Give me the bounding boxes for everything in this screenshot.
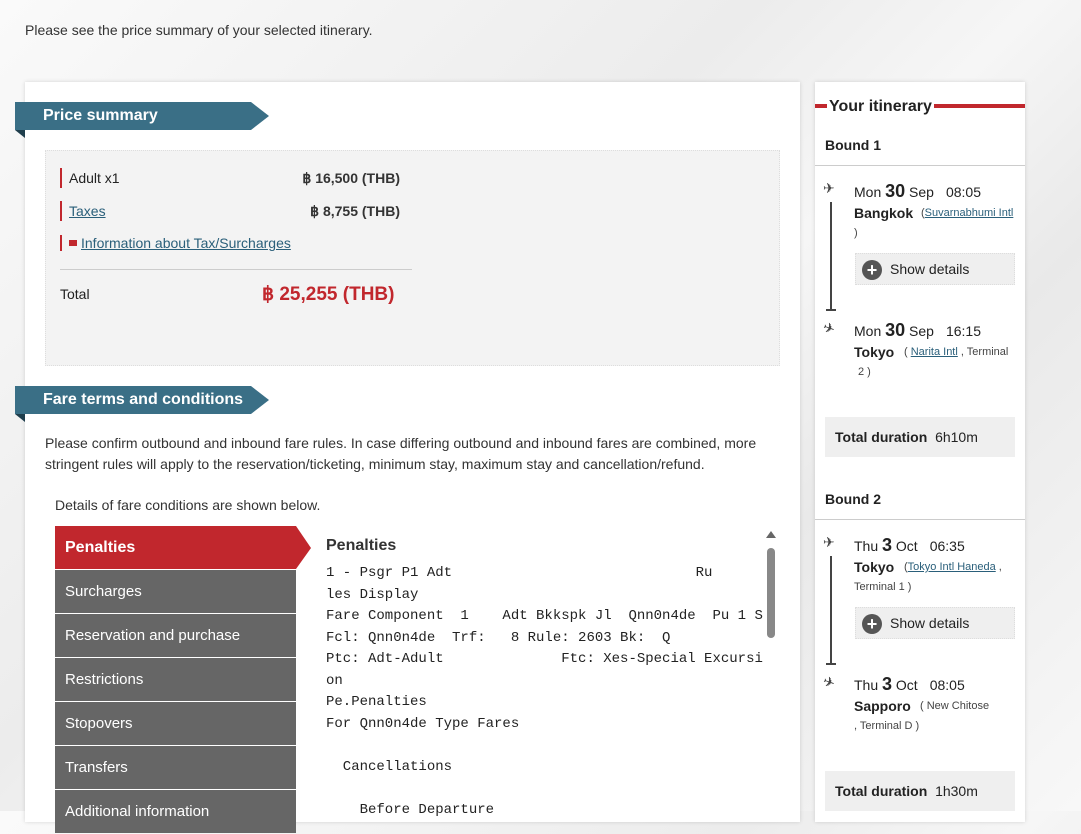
tab-additional-information[interactable]: Additional information xyxy=(55,790,296,833)
tab-reservation-purchase[interactable]: Reservation and purchase xyxy=(55,614,296,657)
bound-2-show-details-button[interactable]: + Show details xyxy=(855,607,1015,639)
fare-conditions-menu: Penalties Surcharges Reservation and pur… xyxy=(55,526,311,834)
fare-terms-description: Please confirm outbound and inbound fare… xyxy=(45,435,757,472)
bound-2-arrival-terminal: , Terminal D ) xyxy=(854,720,920,732)
taxes-link[interactable]: Taxes xyxy=(69,203,106,219)
bound-1-arrival-city: Tokyo xyxy=(854,344,895,360)
bound-2-total-duration: Total duration 1h30m xyxy=(825,771,1015,811)
itinerary-title-text: Your itinerary xyxy=(827,98,934,116)
total-label: Total xyxy=(60,286,90,302)
bound-2-departure-city: Tokyo xyxy=(854,559,895,575)
tax-info-link-wrap: Information about Tax/Surcharges xyxy=(60,235,291,251)
plus-icon: + xyxy=(862,260,882,280)
total-amount: ฿ 25,255 (THB) xyxy=(262,284,395,305)
departure-plane-icon: ✈ xyxy=(823,180,835,196)
timeline-line xyxy=(826,202,836,311)
bound-1-label: Bound 1 xyxy=(825,137,881,153)
tab-transfers[interactable]: Transfers xyxy=(55,746,296,789)
bound-2-separator xyxy=(815,519,1025,520)
fare-content-title: Penalties xyxy=(326,537,397,554)
bound-1-departure-airport: (Suvarnabhumi Intl xyxy=(921,207,1014,219)
bound-1-show-details-button[interactable]: + Show details xyxy=(855,253,1015,285)
airport-link[interactable]: Tokyo Intl Haneda xyxy=(908,561,996,573)
adult-row: Adult x1 ฿ 16,500 (THB) xyxy=(60,168,400,188)
departure-plane-icon: ✈ xyxy=(823,534,835,550)
fare-detail-note: Details of fare conditions are shown bel… xyxy=(55,497,321,513)
bound-2-arrival-city: Sapporo xyxy=(854,698,911,714)
timeline-line xyxy=(826,556,836,665)
fare-terms-heading: Fare terms and conditions xyxy=(15,386,269,422)
plus-icon: + xyxy=(862,614,882,634)
external-window-icon xyxy=(69,240,77,246)
tab-restrictions[interactable]: Restrictions xyxy=(55,658,296,701)
bound-1-total-duration: Total duration 6h10m xyxy=(825,417,1015,457)
divider xyxy=(60,269,412,270)
bound-2-departure-terminal: Terminal 1 ) xyxy=(854,581,912,593)
bound-1-separator xyxy=(815,165,1025,166)
taxes-label-wrap: Taxes xyxy=(60,201,106,221)
itinerary-panel: Your itinerary Bound 1 ✈ Mon 30 Sep 08:05… xyxy=(815,82,1025,822)
bound-1-arrival-airport: ( Narita Intl , Terminal xyxy=(904,346,1009,358)
bound-2-departure-datetime: Thu 3 Oct 06:35 xyxy=(854,535,965,555)
adult-amount: ฿ 16,500 (THB) xyxy=(302,170,400,186)
adult-label: Adult x1 xyxy=(60,168,120,188)
fare-content-panel: Penalties 1 - Psgr P1 Adt Ru les Display… xyxy=(326,537,766,817)
airport-link[interactable]: Suvarnabhumi Intl xyxy=(925,207,1014,219)
tax-info-link[interactable]: Information about Tax/Surcharges xyxy=(81,235,291,251)
arrival-plane-icon: ✈ xyxy=(820,672,838,692)
bound-2-arrival-airport: ( New Chitose xyxy=(920,700,990,712)
tab-surcharges[interactable]: Surcharges xyxy=(55,570,296,613)
bound-2-departure-airport: (Tokyo Intl Haneda , xyxy=(904,561,1002,573)
airport-link[interactable]: Narita Intl xyxy=(911,346,958,358)
arrival-plane-icon: ✈ xyxy=(820,318,838,338)
bound-1-departure-airport-close: ) xyxy=(854,227,858,239)
intro-text: Please see the price summary of your sel… xyxy=(25,22,373,38)
bound-2-label: Bound 2 xyxy=(825,491,881,507)
tab-penalties[interactable]: Penalties xyxy=(55,526,311,569)
price-summary-heading: Price summary xyxy=(15,102,269,138)
scrollbar-thumb[interactable] xyxy=(767,548,775,638)
bound-1-departure-datetime: Mon 30 Sep 08:05 xyxy=(854,181,982,201)
taxes-amount: ฿ 8,755 (THB) xyxy=(310,203,400,219)
fare-content-text: 1 - Psgr P1 Adt Ru les Display Fare Comp… xyxy=(326,565,763,817)
scroll-up-arrow-icon[interactable] xyxy=(766,531,776,538)
bound-1-departure-city: Bangkok xyxy=(854,205,914,221)
tab-stopovers[interactable]: Stopovers xyxy=(55,702,296,745)
bound-2-arrival-datetime: Thu 3 Oct 08:05 xyxy=(854,674,965,694)
bound-1-arrival-terminal: 2 ) xyxy=(858,366,871,378)
taxes-row: Taxes ฿ 8,755 (THB) xyxy=(60,201,400,221)
bound-1-arrival-datetime: Mon 30 Sep 16:15 xyxy=(854,320,982,340)
price-summary-box: Adult x1 ฿ 16,500 (THB) Taxes ฿ 8,755 (T… xyxy=(45,150,780,366)
itinerary-title: Your itinerary xyxy=(815,98,1025,118)
